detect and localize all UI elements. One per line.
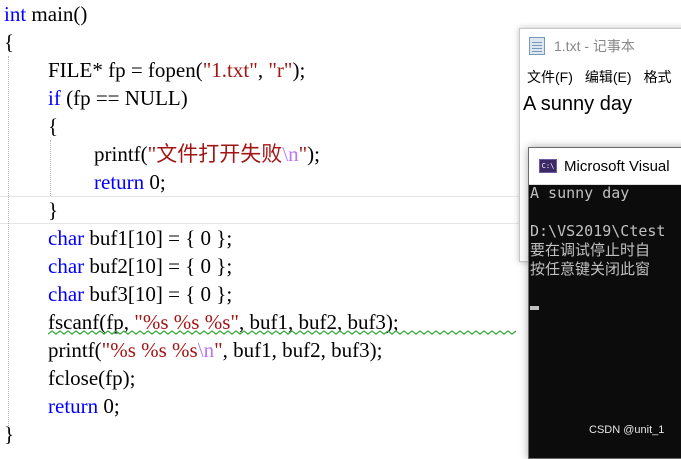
console-line: 按任意键关闭此窗 [530, 260, 651, 278]
console-cursor [530, 305, 539, 310]
code-token: buf3[10] = { 0 }; [84, 282, 233, 306]
code-token: char [48, 282, 85, 306]
indent-guide [50, 140, 51, 196]
code-token: 0; [144, 170, 166, 194]
code-token: fclose(fp); [48, 366, 136, 390]
code-token: "1.txt" [202, 58, 258, 82]
warning-squiggle [48, 330, 517, 335]
code-line[interactable]: char buf3[10] = { 0 }; [48, 280, 232, 308]
code-token: " [298, 142, 308, 166]
code-token: char [48, 254, 85, 278]
notepad-title-bar[interactable]: 1.txt - 记事本 [520, 29, 681, 63]
console-cursor-line [529, 298, 681, 317]
code-token: } [4, 422, 15, 446]
code-line[interactable]: printf("%s %s %s\n", buf1, buf2, buf3); [48, 336, 382, 364]
console-icon: C:\ [539, 159, 557, 173]
code-token: ); [307, 142, 320, 166]
code-line[interactable]: return 0; [48, 392, 120, 420]
console-line: A sunny day [530, 184, 630, 202]
code-token: return [94, 170, 145, 194]
code-token: "%s %s %s [101, 338, 198, 362]
code-token: \n [197, 338, 215, 362]
code-token: 0; [98, 394, 120, 418]
console-line: D:\VS2019\Ctest [530, 222, 666, 240]
code-token: printf( [48, 338, 102, 362]
code-token: { [48, 114, 59, 138]
code-token: , buf1, buf2, buf3); [222, 338, 383, 362]
code-line[interactable]: FILE* fp = fopen("1.txt", "r"); [48, 56, 305, 84]
code-token: \n [282, 142, 299, 166]
notepad-text-area[interactable]: A sunny day [523, 93, 632, 116]
code-token: buf1[10] = { 0 }; [84, 226, 233, 250]
code-line[interactable]: { [48, 112, 58, 140]
console-title-bar[interactable]: C:\ Microsoft Visual [529, 148, 681, 185]
menu-format[interactable]: 格式 [644, 67, 672, 87]
code-token: "文件打开失败 [147, 142, 283, 166]
code-token: int [4, 2, 27, 26]
console-output: A sunny day D:\VS2019\Ctest 要在调试停止时自 按任意… [529, 184, 681, 317]
code-token: char [48, 226, 85, 250]
menu-edit[interactable]: 编辑(E) [585, 67, 632, 87]
notepad-icon [529, 37, 545, 55]
code-line[interactable]: { [4, 28, 14, 56]
notepad-title: 1.txt - 记事本 [554, 38, 635, 54]
code-line[interactable]: fclose(fp); [48, 364, 135, 392]
watermark: CSDN @unit_1 [589, 424, 665, 436]
code-token: if [48, 86, 61, 110]
code-token: printf( [94, 142, 148, 166]
code-line[interactable]: int main() [4, 0, 87, 28]
code-token: ); [292, 58, 306, 82]
code-token: (fp == NULL) [60, 86, 188, 110]
console-line: 要在调试停止时自 [530, 241, 651, 259]
indent-guide [8, 56, 9, 426]
notepad-menu-bar: 文件(F) 编辑(E) 格式 [520, 63, 681, 91]
code-token: "r" [268, 58, 293, 82]
code-line[interactable]: char buf1[10] = { 0 }; [48, 224, 232, 252]
console-title: Microsoft Visual [564, 157, 670, 175]
code-line[interactable]: } [48, 196, 58, 224]
code-token: , [257, 58, 269, 82]
code-token: { [4, 30, 15, 54]
code-token: main() [26, 2, 88, 26]
code-line[interactable]: if (fp == NULL) [48, 84, 188, 112]
code-line[interactable]: printf("文件打开失败\n"); [94, 140, 320, 168]
code-token: " [214, 338, 223, 362]
code-line[interactable]: return 0; [94, 168, 166, 196]
menu-file[interactable]: 文件(F) [527, 67, 573, 87]
code-token: } [48, 198, 59, 222]
code-token: FILE* fp = fopen( [48, 58, 203, 82]
console-window[interactable]: C:\ Microsoft Visual A sunny day D:\VS20… [528, 147, 681, 459]
code-line[interactable]: char buf2[10] = { 0 }; [48, 252, 232, 280]
code-token: return [48, 394, 99, 418]
code-token: buf2[10] = { 0 }; [84, 254, 233, 278]
code-line[interactable]: } [4, 420, 14, 448]
